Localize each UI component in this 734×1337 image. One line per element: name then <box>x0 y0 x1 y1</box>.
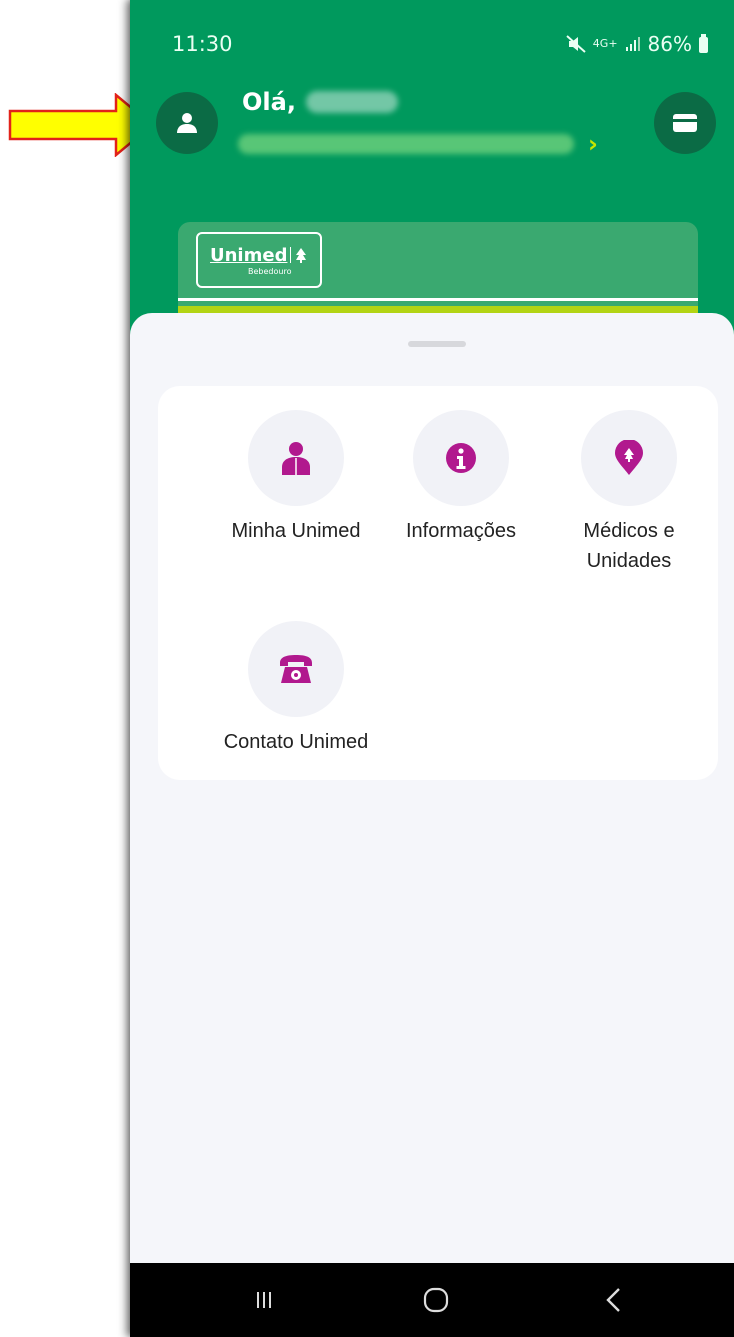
card-stripe <box>178 298 698 301</box>
menu-icon-circle <box>248 621 344 717</box>
user-name-redacted <box>305 91 398 113</box>
back-button[interactable] <box>584 1263 644 1337</box>
status-icons: 4G+ 86% <box>566 32 708 56</box>
menu-item-label: Contato Unimed <box>223 731 369 753</box>
info-icon <box>446 443 476 473</box>
logo-sub-brand: Bebedouro <box>248 266 292 276</box>
battery-percent: 86% <box>647 32 692 56</box>
network-type: 4G+ <box>592 37 618 50</box>
unimed-tree-icon <box>290 247 307 263</box>
bottom-sheet: Minha Unimed Informações Médicos e Unida… <box>130 313 734 1273</box>
plan-name-redacted[interactable] <box>238 134 574 154</box>
location-pin-icon <box>615 440 643 475</box>
system-navigation-bar <box>130 1263 734 1337</box>
logo-brand: Unimed <box>210 244 288 266</box>
recent-apps-icon <box>257 1292 271 1308</box>
menu-item-contato-unimed[interactable]: Contato Unimed <box>206 621 386 757</box>
person-icon <box>282 442 310 475</box>
menu-item-label: Médicos e Unidades <box>583 520 675 572</box>
status-time: 11:30 <box>172 32 233 56</box>
menu-icon-circle <box>413 410 509 506</box>
greeting-text: Olá, <box>242 88 296 116</box>
greeting: Olá, <box>242 88 398 116</box>
menu-item-medicos-unidades[interactable]: Médicos e Unidades <box>539 410 719 576</box>
menu-icon-circle <box>581 410 677 506</box>
menu-item-label: Minha Unimed <box>231 520 361 542</box>
mute-icon <box>566 35 586 53</box>
home-button[interactable] <box>406 1263 466 1337</box>
sheet-drag-handle[interactable] <box>408 341 466 347</box>
menu-item-label: Informações <box>405 520 517 542</box>
telephone-icon <box>280 655 312 683</box>
unimed-logo: Unimed Bebedouro <box>196 232 322 288</box>
recent-apps-button[interactable] <box>234 1263 294 1337</box>
chevron-right-icon[interactable]: › <box>588 130 598 158</box>
card-button[interactable] <box>654 92 716 154</box>
signal-icon <box>625 37 640 51</box>
header: 11:30 4G+ 86% Olá, › Unimed Bebedouro <box>130 0 734 350</box>
profile-button[interactable] <box>156 92 218 154</box>
menu-item-informacoes[interactable]: Informações <box>371 410 551 546</box>
person-icon <box>177 113 197 133</box>
battery-icon <box>699 34 708 53</box>
back-icon <box>606 1288 620 1312</box>
menu-item-minha-unimed[interactable]: Minha Unimed <box>206 410 386 546</box>
menu-card: Minha Unimed Informações Médicos e Unida… <box>158 386 718 780</box>
home-icon <box>423 1287 449 1313</box>
card-icon <box>673 114 697 132</box>
menu-icon-circle <box>248 410 344 506</box>
phone-screen: 11:30 4G+ 86% Olá, › Unimed Bebedouro Mi… <box>130 0 734 1337</box>
